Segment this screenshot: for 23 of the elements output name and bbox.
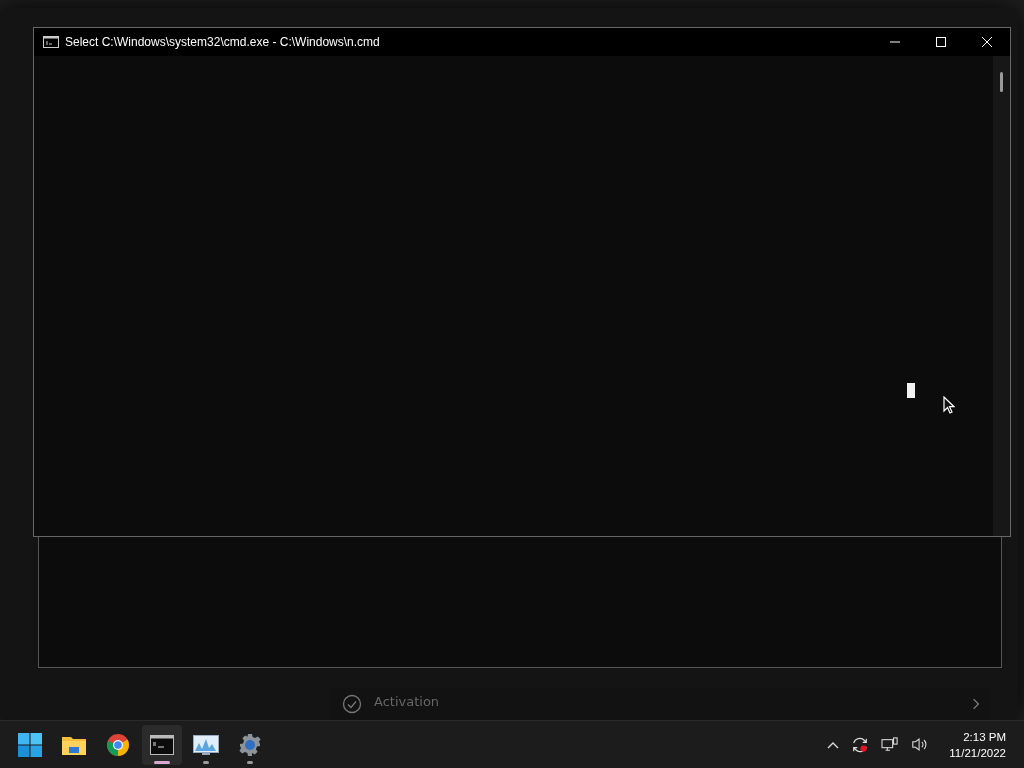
mouse-pointer-icon [943, 396, 955, 414]
check-circle-icon [342, 694, 362, 714]
console-icon [43, 36, 59, 48]
browser-icon [106, 732, 130, 757]
network-icon[interactable] [881, 736, 900, 753]
chevron-up-icon[interactable] [827, 740, 840, 749]
scroll-thumb[interactable] [1000, 72, 1003, 92]
taskbar-app-button[interactable] [142, 724, 182, 765]
speaker-icon[interactable] [911, 737, 930, 752]
windows-logo-icon [18, 732, 42, 757]
chevron-right-icon [972, 698, 980, 710]
scrollbar[interactable] [993, 56, 1010, 536]
gear-icon [238, 732, 262, 757]
sync-alert-icon[interactable] [851, 735, 870, 754]
close-icon [981, 36, 993, 48]
window-title: Select C:\Windows\system32\cmd.exe - C:\Windows\n.cmd [65, 35, 381, 49]
clock-time: 2:13 PM [963, 729, 1006, 745]
clock-date: 11/21/2022 [949, 745, 1006, 761]
activation-title: Activation [374, 694, 441, 710]
chart-monitor-icon [193, 734, 219, 755]
clock[interactable]: 2:13 PM 11/21/2022 [941, 728, 1006, 761]
maximize-icon [935, 36, 947, 48]
console-icon [150, 734, 174, 755]
